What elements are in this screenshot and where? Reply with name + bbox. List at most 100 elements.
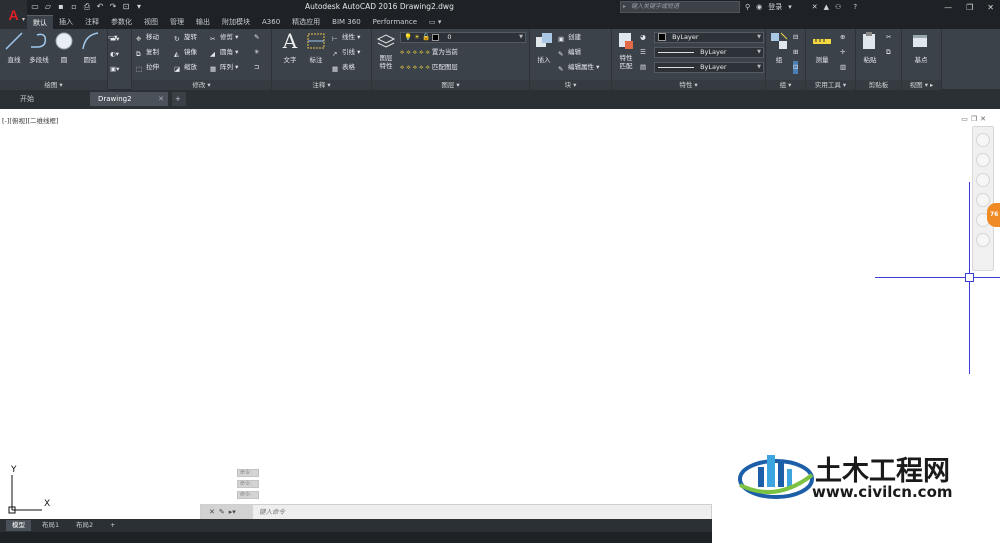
linear-button[interactable]: ⊢ 线性 ▾ xyxy=(332,31,360,44)
tab-output[interactable]: 输出 xyxy=(190,15,216,29)
calculator-icon[interactable]: ⊕ xyxy=(840,31,845,44)
group-select-icon[interactable]: ⊡ xyxy=(793,61,799,74)
leader-button[interactable]: ↗ 引线 ▾ xyxy=(332,46,360,59)
tab-featured-apps[interactable]: 精选应用 xyxy=(286,15,326,29)
edit-attributes-button[interactable]: ✎ 编辑属性 ▾ xyxy=(558,61,599,74)
layers-panel-title[interactable]: 图层 ▾ xyxy=(372,80,529,90)
application-menu-button[interactable]: A ▾ xyxy=(0,0,27,29)
ungroup-icon[interactable]: ⊟ xyxy=(793,31,798,44)
draw-panel-title[interactable]: 绘图 ▾ xyxy=(0,80,107,90)
match-layer-button[interactable]: ⟡ 匹配图层 xyxy=(426,63,458,71)
close-icon[interactable]: ✕ xyxy=(209,508,215,516)
customize-qat-icon[interactable]: ▾ xyxy=(134,2,144,12)
navbar-badge[interactable]: 76 xyxy=(987,203,1000,227)
hatch-icon[interactable]: ▬▾ xyxy=(110,33,119,46)
color-dropdown[interactable]: ByLayer ▼ xyxy=(654,32,764,43)
close-icon[interactable]: ✕ xyxy=(987,3,994,12)
viewport-restore-icon[interactable]: ❐ xyxy=(971,115,977,123)
color-wheel-icon[interactable]: ◕ xyxy=(640,31,646,44)
viewport-close-icon[interactable]: ✕ xyxy=(980,115,986,123)
open-icon[interactable]: ▱ xyxy=(43,2,53,12)
point-icon[interactable]: ✛ xyxy=(840,46,845,59)
stretch-button[interactable]: ⬚ 拉伸 xyxy=(136,61,159,74)
command-input[interactable] xyxy=(259,506,699,518)
scale-button[interactable]: ◪ 缩放 xyxy=(174,61,197,74)
mirror-button[interactable]: ◭ 镜像 xyxy=(174,46,197,59)
redo-icon[interactable]: ↷ xyxy=(108,2,118,12)
block-panel-title[interactable]: 块 ▾ xyxy=(530,80,611,90)
close-tab-icon[interactable]: ✕ xyxy=(158,92,164,106)
layer-unlock-icon[interactable]: ⟡ xyxy=(419,63,423,71)
tab-insert[interactable]: 插入 xyxy=(53,15,79,29)
group-button[interactable]: 组 xyxy=(767,31,791,64)
undo-icon[interactable]: ↶ xyxy=(95,2,105,12)
login-label[interactable]: 登录 xyxy=(768,2,782,12)
tab-annotate[interactable]: 注释 xyxy=(79,15,105,29)
tab-bim360[interactable]: BIM 360 xyxy=(326,15,367,29)
move-button[interactable]: ✥ 移动 xyxy=(136,31,159,44)
new-icon[interactable]: ▭ xyxy=(30,2,40,12)
login-caret-icon[interactable]: ▾ xyxy=(788,3,792,11)
layer-dropdown[interactable]: 💡 ☀ 🔓 0 ▼ xyxy=(400,32,526,43)
explode-icon[interactable]: ✳ xyxy=(254,46,259,59)
properties-panel-title[interactable]: 特性 ▾ xyxy=(612,80,765,90)
tab-manage[interactable]: 管理 xyxy=(164,15,190,29)
orbit-icon[interactable] xyxy=(976,193,990,207)
layout-tab-layout2[interactable]: 布局2 xyxy=(70,520,99,531)
arc-button[interactable]: 圆弧 xyxy=(78,31,102,64)
customize-icon[interactable]: ✎ xyxy=(219,508,225,516)
edit-block-button[interactable]: ✎ 编辑 xyxy=(558,46,581,59)
tab-addins[interactable]: 附加模块 xyxy=(216,15,256,29)
tab-parametric[interactable]: 参数化 xyxy=(105,15,138,29)
quick-select-icon[interactable]: ▥ xyxy=(840,61,846,74)
layer-unisolate-icon[interactable]: ⟡ xyxy=(406,63,410,71)
region-icon[interactable]: ▣▾ xyxy=(110,63,119,76)
modify-panel-title[interactable]: 修改 ▾ xyxy=(132,80,271,90)
erase-icon[interactable]: ✎ xyxy=(254,31,259,44)
array-button[interactable]: ▦ 阵列 ▾ xyxy=(210,61,238,74)
line-button[interactable]: 直线 xyxy=(2,31,26,64)
viewport-minimize-icon[interactable]: ▭ xyxy=(961,115,968,123)
save-as-icon[interactable]: ▫ xyxy=(69,2,79,12)
clipboard-panel-title[interactable]: 剪贴板 xyxy=(856,80,901,90)
circle-button[interactable]: 圆 xyxy=(52,31,76,64)
lineweight-dropdown[interactable]: ByLayer ▼ xyxy=(654,62,764,73)
trim-button[interactable]: ✂ 修剪 ▾ xyxy=(210,31,238,44)
group-edit-icon[interactable]: ⊞ xyxy=(793,46,798,59)
stay-connected-icon[interactable]: ⚇ xyxy=(835,3,841,11)
cut-icon[interactable]: ✂ xyxy=(886,31,891,44)
viewport-controls-label[interactable]: [-][俯视][二维线框] xyxy=(2,115,59,125)
tab-performance[interactable]: Performance xyxy=(367,15,423,29)
table-button[interactable]: ▦ 表格 xyxy=(332,61,355,74)
copy-clip-icon[interactable]: ⧉ xyxy=(886,46,891,59)
new-tab-button[interactable]: + xyxy=(172,92,186,106)
steeringwheel-icon[interactable] xyxy=(976,133,990,147)
offset-icon[interactable]: ⊐ xyxy=(254,61,259,74)
layer-freeze-icon[interactable]: ⟡ xyxy=(413,48,417,56)
linetype-dropdown[interactable]: ByLayer ▼ xyxy=(654,47,764,58)
layer-properties-button[interactable]: 图层 特性 xyxy=(374,31,398,70)
set-current-button[interactable]: ⟡ 置为当前 xyxy=(426,48,458,56)
layer-thaw-icon[interactable]: ⟡ xyxy=(413,63,417,71)
exchange-icon[interactable]: ✕ xyxy=(812,3,818,11)
zoom-icon[interactable] xyxy=(976,173,990,187)
view-panel-title[interactable]: 视图 ▾ ▸ xyxy=(902,80,941,90)
ellipse-icon[interactable]: ◐▾ xyxy=(110,48,119,61)
utilities-panel-title[interactable]: 实用工具 ▾ xyxy=(806,80,855,90)
user-icon[interactable]: ◉ xyxy=(756,3,762,11)
text-button[interactable]: A 文字 xyxy=(278,29,302,64)
match-properties-button[interactable]: 特性 匹配 xyxy=(614,31,638,70)
copy-button[interactable]: ⧉ 复制 xyxy=(136,46,159,59)
minimize-icon[interactable]: — xyxy=(944,3,952,12)
recent-commands-icon[interactable]: ▸▾ xyxy=(229,508,236,516)
help-icon[interactable]: ? xyxy=(853,3,857,11)
layer-on-icon[interactable]: ⟡ xyxy=(400,63,404,71)
insert-button[interactable]: 插入 xyxy=(532,31,556,64)
polyline-button[interactable]: 多段线 xyxy=(27,31,51,64)
rotate-button[interactable]: ↻ 旋转 xyxy=(174,31,197,44)
file-tab-drawing2[interactable]: Drawing2 ✕ xyxy=(90,92,168,106)
dimension-button[interactable]: 标注 xyxy=(304,31,328,64)
viewcube-icon[interactable] xyxy=(976,233,990,247)
tab-default[interactable]: 默认 xyxy=(27,15,53,29)
annotation-panel-title[interactable]: 注释 ▾ xyxy=(272,80,371,90)
